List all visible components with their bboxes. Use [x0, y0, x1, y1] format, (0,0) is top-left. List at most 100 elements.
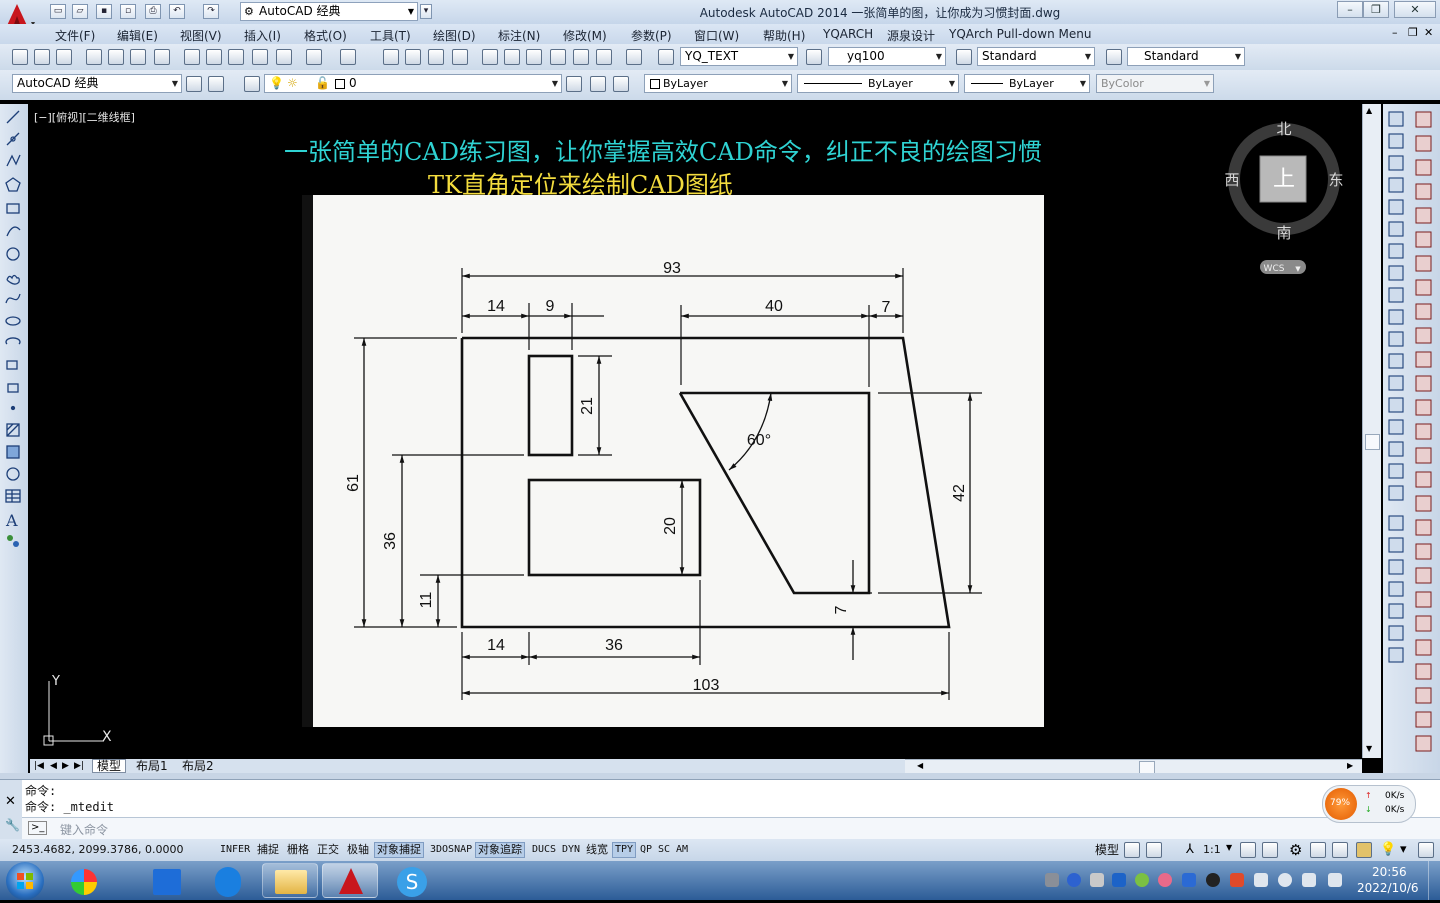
toggle-qp[interactable]: QP	[638, 842, 654, 858]
workspace-select[interactable]: ⚙ AutoCAD 经典 ▼	[240, 2, 418, 21]
insert-block-icon[interactable]	[6, 360, 18, 370]
workspace-switch-icon[interactable]: ⚙	[1289, 841, 1302, 859]
toolbar-lock-icon[interactable]	[1310, 842, 1326, 858]
gradient-icon[interactable]	[6, 445, 20, 459]
undo-icon[interactable]: ↶	[169, 4, 185, 19]
menu-draw[interactable]: 绘图(D)	[433, 27, 476, 44]
text-style-select[interactable]: YQ_TEXT ▼	[680, 47, 798, 66]
tray-icon-5[interactable]	[1135, 873, 1149, 887]
workspace-combo[interactable]: AutoCAD 经典 ▼	[12, 74, 182, 93]
lineweight-select[interactable]: ByLayer ▼	[964, 74, 1090, 93]
taskbar-app-1[interactable]	[56, 863, 110, 898]
yq-tool-2-icon[interactable]	[1415, 135, 1432, 152]
break-icon[interactable]	[1388, 375, 1404, 391]
plot-icon[interactable]: ⎙	[145, 4, 161, 19]
tab-nav-prev-icon[interactable]: ◀	[50, 759, 57, 773]
draworder-front-icon[interactable]	[1388, 515, 1404, 531]
tray-icon-12[interactable]	[1302, 873, 1316, 887]
tab-nav-last-icon[interactable]: ▶|	[74, 759, 84, 773]
volume-tray-icon[interactable]	[1254, 873, 1268, 887]
qq-tray-icon[interactable]	[1206, 873, 1220, 887]
make-block-icon[interactable]	[7, 383, 19, 393]
auto-scale-icon[interactable]	[1262, 842, 1278, 858]
spline-icon[interactable]	[5, 293, 21, 304]
markup-icon[interactable]	[573, 49, 589, 65]
array-icon[interactable]	[1388, 199, 1404, 215]
region-icon[interactable]	[6, 467, 20, 481]
command-prompt-icon[interactable]: >_	[28, 821, 48, 835]
minimize-button[interactable]: –	[1337, 1, 1363, 18]
table-icon[interactable]	[5, 489, 21, 503]
yq-tool-20-icon[interactable]	[1415, 567, 1432, 584]
reference-drawing-image[interactable]: 93 14 9 40 7 61 21 60° 36 20 42 11 7 14 …	[302, 195, 1044, 727]
linetype-select[interactable]: ByLayer ▼	[797, 74, 959, 93]
layer-previous-icon[interactable]	[590, 76, 606, 92]
annotation-scale-icon[interactable]: ⅄	[1186, 842, 1194, 857]
vertical-scroll-thumb[interactable]	[1365, 434, 1380, 450]
hardware-acceleration-icon[interactable]	[1332, 842, 1348, 858]
menu-yqarch-pulldown[interactable]: YQArch Pull-down Menu	[949, 27, 1091, 41]
clean-screen-icon[interactable]: ▾	[1400, 842, 1407, 857]
undo-icon[interactable]	[306, 49, 322, 65]
zoom-previous-icon[interactable]	[452, 49, 468, 65]
restore-button[interactable]: ❐	[1363, 1, 1389, 18]
cut-icon[interactable]	[184, 49, 200, 65]
show-desktop-button[interactable]	[1428, 861, 1440, 900]
menu-tools[interactable]: 工具(T)	[370, 27, 411, 44]
network-monitor[interactable]: 79% ↑ ↓ 0K/s 0K/s	[1322, 785, 1416, 823]
quick-view-drawings-icon[interactable]	[1146, 842, 1162, 858]
menu-edit[interactable]: 编辑(E)	[117, 27, 158, 44]
yq-tool-27-icon[interactable]	[1415, 735, 1432, 752]
menu-parametric[interactable]: 参数(P)	[631, 27, 672, 44]
clock-date[interactable]: 2022/10/6	[1357, 881, 1419, 895]
copy-icon[interactable]	[206, 49, 222, 65]
zoom-realtime-icon[interactable]	[405, 49, 421, 65]
polygon-icon[interactable]	[5, 177, 21, 192]
mdi-close-icon[interactable]: ✕	[1424, 26, 1433, 39]
table-style-icon[interactable]	[956, 49, 972, 65]
compass-south[interactable]: 南	[1276, 224, 1291, 242]
workspace-settings-icon[interactable]	[186, 76, 202, 92]
scroll-right-icon[interactable]: ▶	[1347, 761, 1353, 770]
scale-icon[interactable]	[1388, 265, 1404, 281]
close-button[interactable]: ✕	[1394, 1, 1436, 18]
help-tray-icon[interactable]	[1067, 873, 1081, 887]
toggle-ducs[interactable]: DUCS	[530, 842, 558, 858]
clock-time[interactable]: 20:56	[1372, 865, 1407, 879]
menu-dimension[interactable]: 标注(N)	[498, 27, 540, 44]
yq-tool-18-icon[interactable]	[1415, 519, 1432, 536]
offset-icon[interactable]	[1388, 177, 1404, 193]
yq-tool-19-icon[interactable]	[1415, 543, 1432, 560]
toggle-polar[interactable]: 极轴	[345, 842, 371, 858]
command-window-handle[interactable]: ✕ 🔧	[0, 780, 22, 840]
pan-icon[interactable]	[383, 49, 399, 65]
break-at-point-icon[interactable]	[1388, 353, 1404, 369]
redo-icon[interactable]	[340, 49, 356, 65]
circle-icon[interactable]	[6, 247, 20, 261]
arc-icon[interactable]	[6, 226, 21, 237]
compass-east[interactable]: 东	[1328, 171, 1343, 189]
save-icon[interactable]: ▪	[96, 4, 112, 19]
keyboard-tray-icon[interactable]	[1045, 873, 1059, 887]
yq-tool-3-icon[interactable]	[1415, 159, 1432, 176]
scroll-up-icon[interactable]: ▲	[1366, 106, 1372, 115]
draworder-back-icon[interactable]	[1388, 537, 1404, 553]
save-icon[interactable]	[56, 49, 72, 65]
dim-style-icon[interactable]	[806, 49, 822, 65]
yq-tool-13-icon[interactable]	[1415, 399, 1432, 416]
dim-style-select[interactable]: yq100 ▼	[828, 47, 946, 66]
layer-state-icon[interactable]	[613, 76, 629, 92]
tool-palettes-icon[interactable]	[526, 49, 542, 65]
trim-icon[interactable]	[1388, 309, 1404, 325]
yq-tool-23-icon[interactable]	[1415, 639, 1432, 656]
yq-tool-14-icon[interactable]	[1415, 423, 1432, 440]
taskbar-app-6[interactable]: S	[384, 863, 440, 898]
chamfer-icon[interactable]	[1388, 419, 1404, 435]
polyline-icon[interactable]	[6, 154, 21, 167]
yq-tool-5-icon[interactable]	[1415, 207, 1432, 224]
blend-curves-icon[interactable]	[1388, 463, 1404, 479]
plotstyle-select[interactable]: ByColor ▼	[1096, 74, 1214, 93]
yq-tool-16-icon[interactable]	[1415, 471, 1432, 488]
command-input[interactable]: >_ 键入命令	[22, 817, 1440, 840]
design-center-icon[interactable]	[504, 49, 520, 65]
